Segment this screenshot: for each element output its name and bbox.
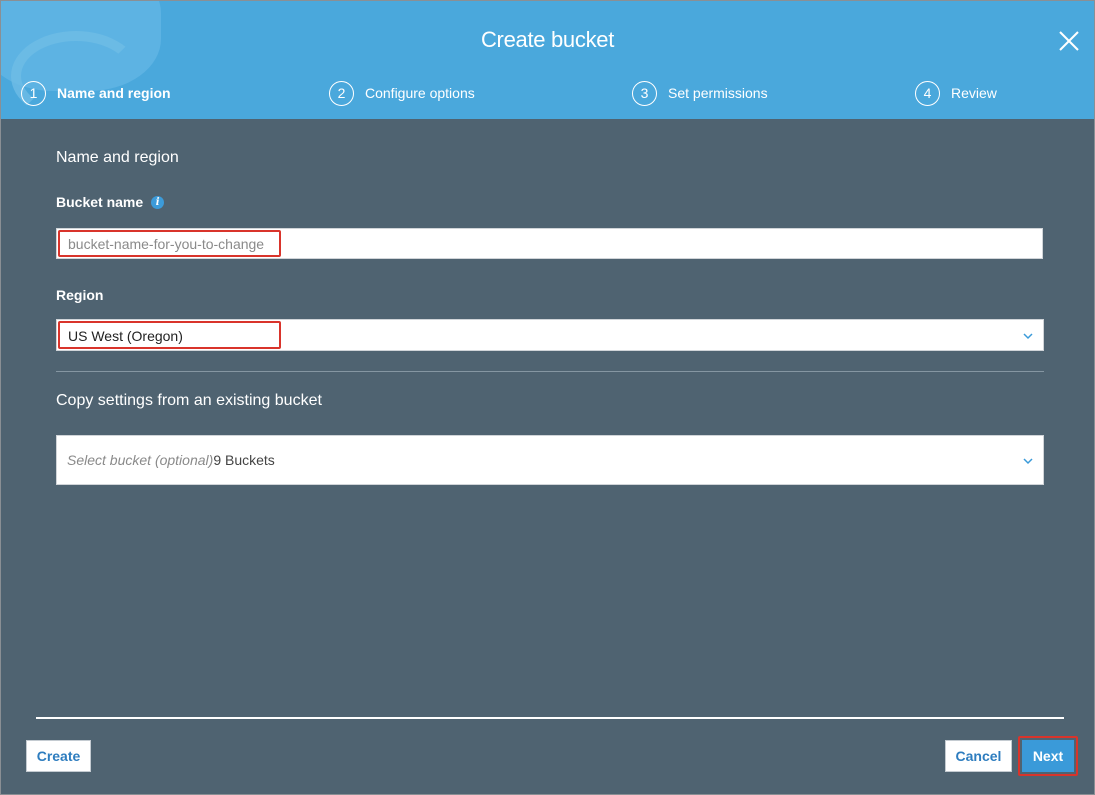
create-bucket-dialog: Create bucket 1 Name and region 2 Config…: [0, 0, 1095, 795]
step-review[interactable]: 4 Review: [915, 79, 997, 107]
info-icon[interactable]: i: [151, 195, 165, 209]
step-configure-options[interactable]: 2 Configure options: [329, 79, 475, 107]
step-number: 3: [632, 80, 657, 106]
step-label: Configure options: [365, 85, 475, 101]
close-button[interactable]: [1057, 29, 1081, 53]
region-label: Region: [56, 287, 104, 303]
step-name-and-region[interactable]: 1 Name and region: [21, 79, 171, 107]
cancel-button[interactable]: Cancel: [945, 740, 1012, 772]
next-highlight: [1018, 736, 1078, 776]
close-icon: [1059, 31, 1079, 51]
region-highlight: [58, 321, 281, 349]
bucket-count: 9 Buckets: [213, 452, 275, 468]
copy-bucket-text: Select bucket (optional)9 Buckets: [67, 452, 275, 468]
chevron-down-icon: [1023, 333, 1033, 340]
copy-settings-heading: Copy settings from an existing bucket: [56, 392, 322, 409]
step-label: Name and region: [57, 85, 171, 101]
bucket-name-label: Bucket name i: [56, 194, 165, 210]
footer-divider: [36, 717, 1064, 719]
dialog-header: Create bucket 1 Name and region 2 Config…: [1, 1, 1094, 119]
step-label: Set permissions: [668, 85, 768, 101]
step-number: 2: [329, 80, 354, 106]
bucket-name-highlight: [58, 230, 281, 257]
copy-bucket-placeholder: Select bucket (optional): [67, 452, 214, 468]
bucket-name-label-text: Bucket name: [56, 194, 144, 210]
section-divider: [56, 371, 1044, 372]
wizard-steps: 1 Name and region 2 Configure options 3 …: [1, 79, 1094, 109]
copy-bucket-select[interactable]: Select bucket (optional)9 Buckets: [56, 435, 1044, 485]
step-set-permissions[interactable]: 3 Set permissions: [632, 79, 768, 107]
step-number: 4: [915, 80, 940, 106]
step-number: 1: [21, 80, 46, 106]
create-button[interactable]: Create: [26, 740, 91, 772]
section-heading: Name and region: [56, 149, 179, 166]
dialog-title: Create bucket: [480, 27, 615, 52]
chevron-down-icon: [1023, 458, 1033, 465]
step-label: Review: [951, 85, 997, 101]
